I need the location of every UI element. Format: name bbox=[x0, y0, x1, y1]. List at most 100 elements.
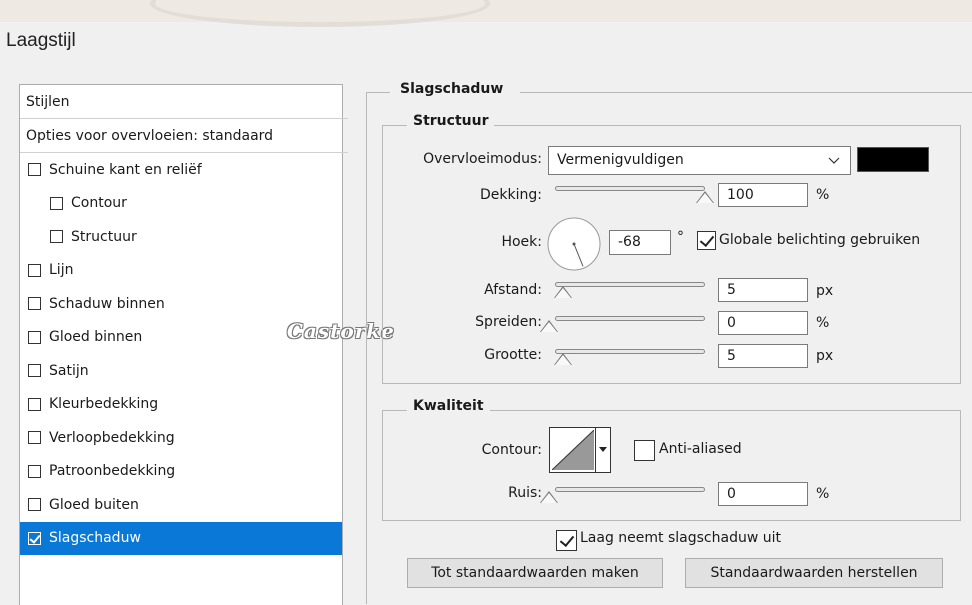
style-item-label: Lijn bbox=[49, 262, 74, 278]
style-item-label: Gloed buiten bbox=[49, 496, 139, 513]
styles-header-label: Stijlen bbox=[26, 93, 70, 110]
distance-unit: px bbox=[816, 283, 834, 299]
style-item-label: Structuur bbox=[71, 228, 137, 245]
quality-group bbox=[382, 410, 961, 521]
style-item[interactable]: Verloopbedekking bbox=[20, 421, 342, 454]
size-slider[interactable] bbox=[555, 349, 705, 354]
noise-input[interactable]: 0 bbox=[718, 482, 808, 506]
check-icon bbox=[29, 531, 41, 544]
blend-mode-label: Overvloeimodus: bbox=[423, 151, 542, 167]
structure-title: Structuur bbox=[407, 113, 495, 129]
shadow-color-swatch[interactable] bbox=[857, 147, 929, 172]
global-light-label: Globale belichting gebruiken bbox=[719, 232, 921, 248]
blend-mode-select[interactable]: Vermenigvuldigen bbox=[548, 146, 851, 175]
size-unit: px bbox=[816, 348, 834, 364]
noise-unit: % bbox=[816, 486, 830, 502]
spread-label: Spreiden: bbox=[475, 314, 542, 330]
blend-mode-value: Vermenigvuldigen bbox=[557, 152, 684, 168]
opacity-label: Dekking: bbox=[480, 187, 542, 203]
opacity-input[interactable]: 100 bbox=[718, 183, 808, 207]
anti-aliased-checkbox[interactable] bbox=[634, 440, 655, 461]
style-item-label: Kleurbedekking bbox=[49, 396, 159, 412]
blend-options-item[interactable]: Opties voor overvloeien: standaard bbox=[20, 119, 348, 153]
styles-header[interactable]: Stijlen bbox=[20, 85, 348, 119]
styles-panel: Stijlen Opties voor overvloeien: standaa… bbox=[19, 84, 348, 605]
style-item-label: Patroonbedekking bbox=[49, 463, 176, 479]
style-item-checkbox[interactable] bbox=[50, 196, 63, 210]
distance-slider[interactable] bbox=[555, 282, 705, 287]
style-item-label: Slagschaduw bbox=[49, 530, 141, 546]
top-background bbox=[0, 0, 972, 27]
angle-dial[interactable] bbox=[546, 216, 602, 272]
reset-default-button[interactable]: Standaardwaarden herstellen bbox=[685, 558, 943, 588]
style-item-label: Gloed binnen bbox=[49, 329, 143, 345]
style-item-checkbox[interactable] bbox=[28, 431, 41, 444]
style-item-label: Schuine kant en reliëf bbox=[49, 161, 202, 178]
style-item-checkbox[interactable] bbox=[28, 364, 41, 377]
size-slider-thumb-fill bbox=[555, 355, 571, 365]
watermark: Castorke bbox=[287, 319, 395, 343]
style-item[interactable]: Schaduw binnen bbox=[20, 287, 342, 320]
style-item-checkbox[interactable] bbox=[28, 263, 41, 277]
dialog-title: Laagstijl bbox=[6, 30, 76, 51]
style-item[interactable]: Patroonbedekking bbox=[20, 455, 342, 488]
knockout-checkbox[interactable] bbox=[556, 530, 577, 551]
style-item-checkbox[interactable] bbox=[50, 230, 63, 243]
style-item-checkbox[interactable] bbox=[28, 498, 41, 511]
style-item[interactable]: Contour bbox=[20, 187, 342, 220]
contour-dropdown[interactable] bbox=[595, 428, 611, 472]
group-top-border-left bbox=[366, 92, 390, 93]
style-item-label: Satijn bbox=[49, 362, 89, 379]
thumb-fill bbox=[697, 193, 713, 203]
angle-input[interactable]: -68 bbox=[609, 230, 671, 255]
chevron-down-icon bbox=[828, 157, 840, 164]
opacity-unit: % bbox=[816, 187, 830, 203]
style-item-label: Verloopbedekking bbox=[49, 429, 175, 446]
style-item[interactable]: Structuur bbox=[20, 220, 342, 253]
style-item-label: Contour bbox=[71, 195, 127, 211]
check-icon bbox=[559, 531, 575, 548]
opacity-slider[interactable] bbox=[555, 186, 705, 191]
style-item[interactable]: Slagschaduw bbox=[20, 521, 342, 555]
anti-aliased-label: Anti-aliased bbox=[659, 441, 742, 457]
blend-options-label: Opties voor overvloeien: standaard bbox=[26, 127, 274, 144]
size-input[interactable]: 5 bbox=[718, 344, 808, 368]
style-item-checkbox[interactable] bbox=[28, 464, 41, 478]
distance-input[interactable]: 5 bbox=[718, 278, 808, 302]
distance-slider-thumb-fill bbox=[555, 288, 571, 298]
caret-down-icon bbox=[599, 447, 607, 452]
group-left-border bbox=[366, 92, 367, 604]
background-arc bbox=[150, 0, 490, 27]
global-light-checkbox[interactable] bbox=[697, 231, 716, 250]
size-label: Grootte: bbox=[484, 347, 542, 363]
angle-label: Hoek: bbox=[501, 234, 542, 250]
style-item[interactable]: Schuine kant en reliëf bbox=[20, 153, 342, 186]
distance-label: Afstand: bbox=[484, 282, 542, 298]
style-item[interactable]: Lijn bbox=[20, 254, 342, 287]
style-item-label: Schaduw binnen bbox=[49, 295, 165, 312]
style-item-checkbox[interactable] bbox=[28, 163, 41, 176]
make-default-button[interactable]: Tot standaardwaarden maken bbox=[407, 558, 663, 588]
style-item[interactable]: Gloed buiten bbox=[20, 488, 342, 521]
style-item-checkbox[interactable] bbox=[28, 297, 41, 310]
style-item[interactable]: Kleurbedekking bbox=[20, 388, 342, 421]
contour-label: Contour: bbox=[481, 442, 542, 458]
spread-slider[interactable] bbox=[555, 316, 705, 321]
noise-slider[interactable] bbox=[555, 487, 705, 492]
style-item[interactable]: Satijn bbox=[20, 354, 342, 387]
spread-slider-thumb-fill bbox=[541, 322, 557, 332]
contour-preview-icon bbox=[552, 430, 594, 470]
group-top-border-right bbox=[520, 92, 972, 93]
angle-unit: ° bbox=[677, 229, 684, 245]
drop-shadow-title: Slagschaduw bbox=[394, 81, 510, 97]
quality-title: Kwaliteit bbox=[407, 398, 490, 414]
knockout-label: Laag neemt slagschaduw uit bbox=[580, 530, 781, 546]
spread-unit: % bbox=[816, 315, 830, 331]
contour-picker[interactable] bbox=[549, 427, 611, 473]
check-icon bbox=[699, 231, 715, 248]
style-item-checkbox[interactable] bbox=[28, 330, 41, 344]
style-item-checkbox[interactable] bbox=[28, 397, 41, 411]
noise-label: Ruis: bbox=[508, 485, 542, 501]
style-item-checkbox[interactable] bbox=[28, 531, 41, 545]
spread-input[interactable]: 0 bbox=[718, 311, 808, 335]
